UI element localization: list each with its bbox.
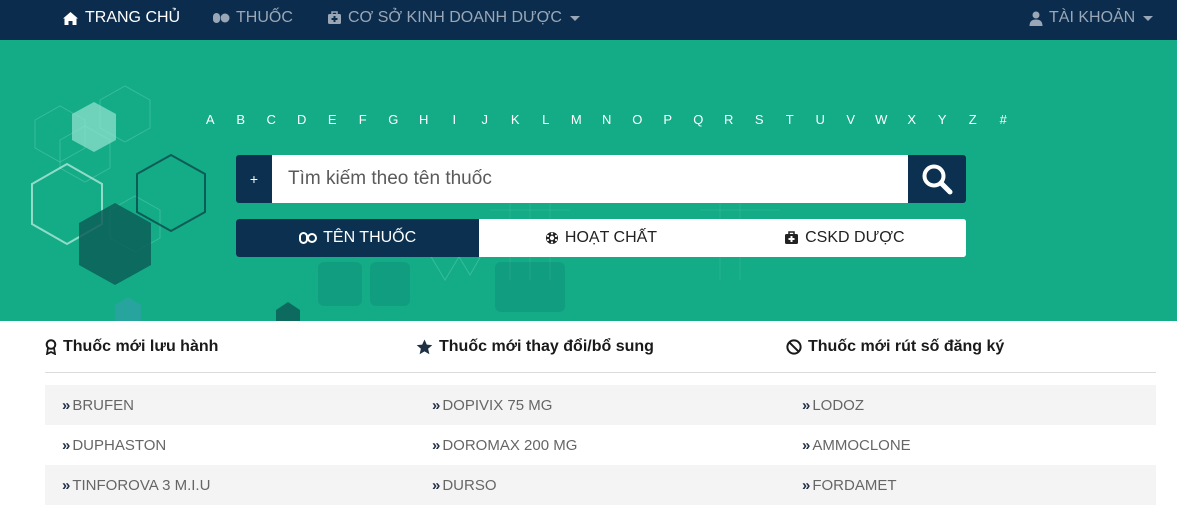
alphabet-letter[interactable]: K [500, 112, 531, 128]
drug-name: LODOZ [812, 396, 865, 414]
nav-pharma-business[interactable]: CƠ SỞ KINH DOANH DƯỢC [327, 0, 580, 36]
alphabet-letter[interactable]: R [714, 112, 745, 128]
drug-name: FORDAMET [812, 476, 897, 494]
search-icon [922, 164, 953, 195]
double-chevron-right-icon: » [802, 436, 810, 454]
alphabet-letter[interactable]: S [744, 112, 775, 128]
alphabet-letter[interactable]: G [378, 112, 409, 128]
alphabet-letter[interactable]: J [470, 112, 501, 128]
alphabet-letter[interactable]: L [531, 112, 562, 128]
pills-icon [213, 13, 230, 23]
nav-account-label: TÀI KHOẢN [1049, 9, 1136, 26]
tab-active-ingredient-label: HOẠT CHẤT [564, 229, 658, 246]
alphabet-letter[interactable]: N [592, 112, 623, 128]
nav-drugs[interactable]: THUỐC [212, 0, 293, 36]
alphabet-letter[interactable]: O [622, 112, 653, 128]
home-icon [63, 11, 78, 25]
nav-home[interactable]: TRANG CHỦ [62, 0, 180, 36]
tab-active-ingredient[interactable]: HOẠT CHẤT [479, 219, 723, 257]
alphabet-letter[interactable]: F [348, 112, 379, 128]
drug-link[interactable]: » DOROMAX 200 MG [432, 425, 577, 465]
alphabet-letter[interactable]: D [287, 112, 318, 128]
column-header-changed-drugs: Thuốc mới thay đổi/bổ sung [416, 338, 654, 356]
alphabet-letter[interactable]: Z [958, 112, 989, 128]
tab-drug-name-label: TÊN THUỐC [323, 229, 417, 246]
medkit-icon [785, 231, 799, 244]
search-mode-tabs: TÊN THUỐC HOẠT CHẤT CSKD DƯỢC [236, 219, 966, 257]
alphabet-letter[interactable]: C [256, 112, 287, 128]
drug-name: AMMOCLONE [812, 436, 911, 454]
double-chevron-right-icon: » [802, 396, 810, 414]
column-header-new-drugs: Thuốc mới lưu hành [45, 338, 218, 356]
alphabet-letter[interactable]: X [897, 112, 928, 128]
alphabet-filter: A B C D E F G H I J K L M N O P Q R S T U V W X Y Z # [195, 112, 1019, 128]
alphabet-letter[interactable]: # [988, 112, 1019, 128]
alphabet-letter[interactable]: M [561, 112, 592, 128]
advanced-search-toggle-button[interactable]: + [236, 155, 272, 203]
search-bar: + [236, 155, 966, 203]
alphabet-letter[interactable]: W [866, 112, 897, 128]
atom-icon [545, 232, 558, 244]
user-icon [1029, 11, 1043, 26]
hero-banner: ABCDEFGHIJKLMNOPQRSTUVWXYZ# + TÊN THUỐC [0, 40, 1177, 321]
alphabet-letter[interactable]: U [805, 112, 836, 128]
alphabet-letter[interactable]: H [409, 112, 440, 128]
drug-link[interactable]: » DURSO [432, 465, 497, 505]
star-icon [416, 339, 433, 355]
double-chevron-right-icon: » [62, 396, 70, 414]
alphabet-letter[interactable]: E [317, 112, 348, 128]
drug-name: DUPHASTON [72, 436, 167, 454]
alphabet-letter[interactable]: B [226, 112, 257, 128]
nav-account[interactable]: TÀI KHOẢN [1029, 0, 1154, 36]
medkit-icon [328, 11, 341, 24]
chevron-down-icon [569, 15, 580, 21]
drug-link[interactable]: » DOPIVIX 75 MG [432, 385, 552, 425]
double-chevron-right-icon: » [432, 476, 440, 494]
column-title: Thuốc mới lưu hành [63, 338, 219, 355]
search-input[interactable] [272, 155, 908, 203]
drug-link[interactable]: » TINFOROVA 3 M.I.U [62, 465, 210, 505]
drug-name: BRUFEN [72, 396, 135, 414]
table-row: » BRUFEN » DOPIVIX 75 MG » LODOZ [45, 385, 1156, 425]
chevron-down-icon [1143, 15, 1154, 21]
alphabet-letter[interactable]: A [195, 112, 226, 128]
double-chevron-right-icon: » [802, 476, 810, 494]
tab-pharma-business-label: CSKD DƯỢC [805, 229, 905, 246]
column-title: Thuốc mới rút số đăng ký [808, 338, 1005, 355]
double-chevron-right-icon: » [432, 396, 440, 414]
nav-home-label: TRANG CHỦ [85, 9, 181, 26]
double-chevron-right-icon: » [432, 436, 440, 454]
table-row: » DUPHASTON » DOROMAX 200 MG » AMMOCLONE [45, 425, 1156, 465]
alphabet-letter[interactable]: T [775, 112, 806, 128]
nav-pharma-business-label: CƠ SỞ KINH DOANH DƯỢC [348, 9, 562, 26]
alphabet-letter[interactable]: P [653, 112, 684, 128]
table-row: » TINFOROVA 3 M.I.U » DURSO » FORDAMET [45, 465, 1156, 505]
double-chevron-right-icon: » [62, 476, 70, 494]
drug-name: DOROMAX 200 MG [442, 436, 578, 454]
pills-icon [299, 232, 318, 244]
top-navbar: TRANG CHỦ THUỐC CƠ SỞ KINH DOANH DƯỢC TÀ… [0, 0, 1177, 40]
column-title: Thuốc mới thay đổi/bổ sung [439, 338, 654, 355]
drug-link[interactable]: » DUPHASTON [62, 425, 166, 465]
search-button[interactable] [908, 155, 966, 203]
nav-drugs-label: THUỐC [236, 9, 293, 26]
double-chevron-right-icon: » [62, 436, 70, 454]
drug-name: DOPIVIX 75 MG [442, 396, 553, 414]
ban-icon [786, 339, 802, 355]
alphabet-letter[interactable]: V [836, 112, 867, 128]
column-header-withdrawn-drugs: Thuốc mới rút số đăng ký [786, 338, 1004, 356]
header-divider [45, 372, 1156, 373]
drug-name: TINFOROVA 3 M.I.U [72, 476, 211, 494]
alphabet-letter[interactable]: Y [927, 112, 958, 128]
tab-pharma-business[interactable]: CSKD DƯỢC [722, 219, 966, 257]
drug-link[interactable]: » AMMOCLONE [802, 425, 911, 465]
drug-link[interactable]: » LODOZ [802, 385, 864, 425]
drug-link[interactable]: » FORDAMET [802, 465, 897, 505]
alphabet-letter[interactable]: I [439, 112, 470, 128]
award-icon [45, 339, 57, 355]
tab-drug-name[interactable]: TÊN THUỐC [236, 219, 480, 257]
drug-link[interactable]: » BRUFEN [62, 385, 134, 425]
alphabet-letter[interactable]: Q [683, 112, 714, 128]
drug-name: DURSO [442, 476, 497, 494]
